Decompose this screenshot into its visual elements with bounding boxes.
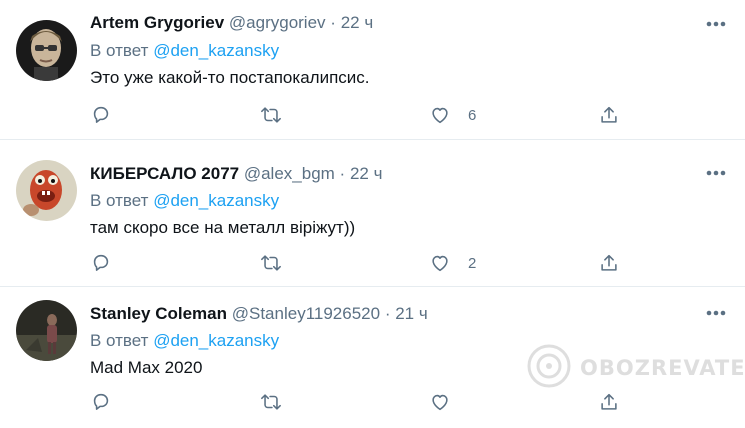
- timestamp[interactable]: 22 ч: [350, 164, 383, 183]
- tweet-text: Это уже какой-то постапокалипсис.: [90, 68, 370, 87]
- like-count: 2: [468, 254, 477, 272]
- reply-button[interactable]: [90, 100, 112, 130]
- reply-prefix: В ответ: [90, 41, 149, 60]
- avatar[interactable]: [16, 20, 77, 81]
- reply-icon: [90, 252, 112, 274]
- tweet[interactable]: КИБЕРСАЛО 2077 @alex_bgm · 22 ч В ответ …: [0, 147, 745, 287]
- retweet-button[interactable]: [259, 100, 283, 130]
- reply-prefix: В ответ: [90, 191, 149, 210]
- author-name[interactable]: КИБЕРСАЛО 2077: [90, 164, 239, 183]
- reply-to: В ответ @den_kazansky: [90, 40, 279, 62]
- share-icon: [598, 104, 620, 126]
- retweet-button[interactable]: [259, 387, 283, 417]
- more-icon[interactable]: [703, 16, 729, 32]
- reply-button[interactable]: [90, 387, 112, 417]
- tweet-header: КИБЕРСАЛО 2077 @alex_bgm · 22 ч: [90, 163, 382, 185]
- tweet-actions: 6: [0, 100, 745, 130]
- reply-mention-link[interactable]: @den_kazansky: [153, 331, 279, 350]
- reply-icon: [90, 104, 112, 126]
- author-handle[interactable]: @Stanley11926520: [232, 304, 380, 323]
- avatar[interactable]: [16, 300, 77, 361]
- watermark-logo-icon: [526, 343, 572, 394]
- separator: ·: [384, 304, 391, 323]
- share-icon: [598, 391, 620, 413]
- like-button[interactable]: [429, 387, 451, 417]
- avatar[interactable]: [16, 160, 77, 221]
- tweet-text: Mad Max 2020: [90, 358, 203, 377]
- share-button[interactable]: [598, 100, 620, 130]
- like-count: 6: [468, 106, 477, 124]
- tweet-header: Stanley Coleman @Stanley11926520 · 21 ч: [90, 303, 428, 325]
- more-icon[interactable]: [703, 305, 729, 321]
- author-handle[interactable]: @alex_bgm: [244, 164, 335, 183]
- retweet-icon: [259, 104, 283, 126]
- tweet-actions: [0, 387, 745, 417]
- timestamp[interactable]: 22 ч: [341, 13, 374, 32]
- more-icon[interactable]: [703, 165, 729, 181]
- reply-mention-link[interactable]: @den_kazansky: [153, 41, 279, 60]
- heart-icon: [429, 391, 451, 413]
- tweet-feed: Artem Grygoriev @agrygoriev · 22 ч В отв…: [0, 0, 745, 428]
- reply-prefix: В ответ: [90, 331, 149, 350]
- watermark-text: OBOZREVATEL: [580, 356, 745, 380]
- separator: ·: [330, 13, 336, 32]
- share-button[interactable]: [598, 248, 620, 278]
- separator: ·: [339, 164, 346, 183]
- tweet-text: там скоро все на металл віріжут)): [90, 218, 356, 237]
- retweet-button[interactable]: [259, 248, 283, 278]
- timestamp[interactable]: 21 ч: [395, 304, 428, 323]
- like-button[interactable]: 6: [429, 100, 476, 130]
- author-name[interactable]: Artem Grygoriev: [90, 13, 224, 32]
- reply-to: В ответ @den_kazansky: [90, 190, 279, 212]
- reply-to: В ответ @den_kazansky: [90, 330, 279, 352]
- heart-icon: [429, 252, 451, 274]
- share-icon: [598, 252, 620, 274]
- reply-mention-link[interactable]: @den_kazansky: [153, 191, 279, 210]
- share-button[interactable]: [598, 387, 620, 417]
- tweet-header: Artem Grygoriev @agrygoriev · 22 ч: [90, 12, 373, 34]
- reply-button[interactable]: [90, 248, 112, 278]
- heart-icon: [429, 104, 451, 126]
- tweet-actions: 2: [0, 248, 745, 278]
- author-name[interactable]: Stanley Coleman: [90, 304, 227, 323]
- retweet-icon: [259, 252, 283, 274]
- author-handle[interactable]: @agrygoriev: [229, 13, 326, 32]
- tweet[interactable]: Artem Grygoriev @agrygoriev · 22 ч В отв…: [0, 0, 745, 140]
- watermark: OBOZREVATEL: [518, 343, 745, 394]
- like-button[interactable]: 2: [429, 248, 476, 278]
- reply-icon: [90, 391, 112, 413]
- retweet-icon: [259, 391, 283, 413]
